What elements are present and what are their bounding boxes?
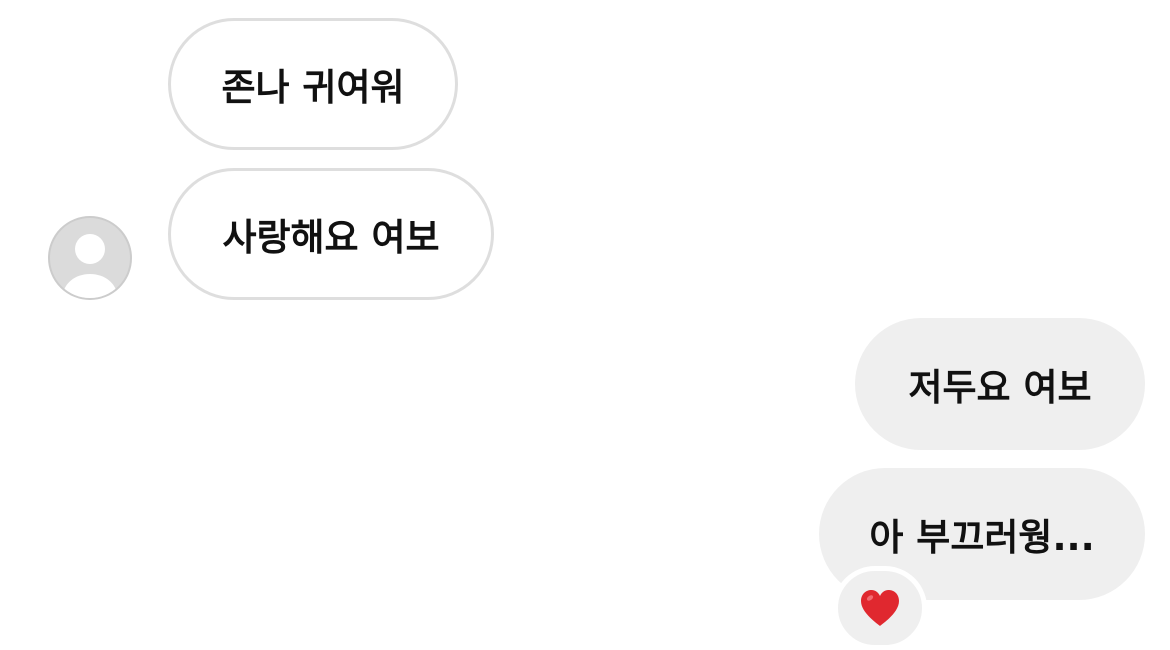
user-silhouette-icon (63, 234, 117, 298)
message-text: 존나 귀여워 (221, 66, 405, 109)
message-text: 사랑해요 여보 (222, 216, 440, 259)
message-text: 아 부끄러웡... (869, 516, 1095, 559)
received-message-bubble[interactable]: 존나 귀여워 (168, 18, 458, 150)
message-reaction[interactable] (833, 566, 927, 650)
received-message-bubble[interactable]: 사랑해요 여보 (168, 168, 494, 300)
message-text: 저두요 여보 (908, 366, 1092, 409)
avatar[interactable] (48, 216, 132, 300)
heart-icon (861, 590, 899, 626)
sent-message-bubble[interactable]: 저두요 여보 (855, 318, 1145, 450)
chat-thread: 존나 귀여워 사랑해요 여보 저두요 여보 아 부끄러웡... (0, 0, 1170, 650)
